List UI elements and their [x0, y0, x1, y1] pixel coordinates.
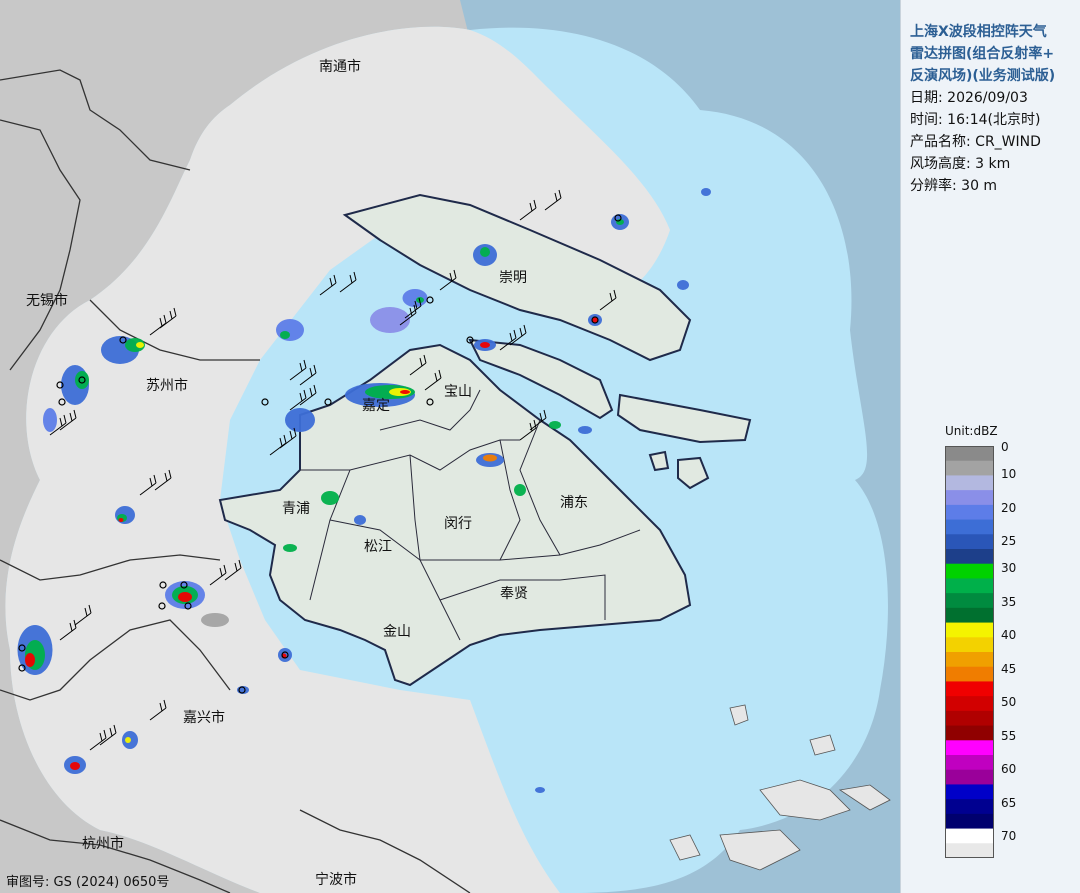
legend-swatch	[945, 490, 993, 506]
echo-cell	[276, 319, 304, 341]
legend-swatch	[945, 696, 993, 712]
echo-cell	[321, 491, 339, 505]
district-label-jinshan: 金山	[383, 624, 411, 640]
legend-swatch	[945, 681, 993, 697]
echo-cell	[370, 307, 410, 333]
product-title-line-3: 反演风场)(业务测试版)	[910, 68, 1056, 84]
legend-tick-label: 10	[1001, 467, 1017, 481]
legend-tick-label: 65	[1001, 796, 1017, 810]
legend-swatch	[945, 843, 993, 858]
echo-cell	[535, 787, 545, 793]
resolution-info: 分辨率: 30 m	[910, 178, 998, 194]
product-title-line-2: 雷达拼图(组合反射率+	[910, 46, 1055, 62]
date-info: 日期: 2026/09/03	[910, 90, 1028, 106]
echo-cell	[125, 737, 131, 743]
legend-swatch	[945, 813, 993, 830]
legend-tick-label: 45	[1001, 662, 1017, 676]
legend-tick-label: 60	[1001, 762, 1017, 776]
legend-swatch	[945, 652, 993, 668]
echo-cell	[136, 342, 144, 348]
city-label-jiaxing: 嘉兴市	[183, 710, 225, 726]
echo-cell	[25, 653, 35, 667]
legend-tick-label: 25	[1001, 534, 1017, 548]
echo-cell	[480, 247, 490, 257]
legend-swatch	[945, 607, 993, 624]
radar-mosaic-view: 南通市 无锡市 苏州市 嘉兴市 杭州市 宁波市 崇明 宝山 嘉定 青浦 闵行 浦…	[0, 0, 1080, 893]
echo-cell	[483, 454, 497, 462]
legend-swatch	[945, 740, 993, 756]
echo-cell	[701, 188, 711, 196]
echo-cell	[285, 408, 315, 432]
city-label-nantong: 南通市	[319, 59, 361, 75]
echo-cell	[578, 426, 592, 434]
city-label-ningbo: 宁波市	[315, 872, 357, 888]
district-label-pudong: 浦东	[560, 495, 588, 511]
legend-swatch	[945, 828, 993, 844]
city-label-hangzhou: 杭州市	[82, 836, 124, 852]
echo-cell	[70, 762, 80, 770]
legend-swatch	[945, 755, 993, 771]
legend-swatch	[945, 563, 993, 579]
legend-swatch	[945, 534, 993, 550]
echo-cell	[354, 515, 366, 525]
district-label-baoshan: 宝山	[444, 384, 472, 400]
district-label-minhang: 闵行	[444, 516, 472, 532]
district-label-chongming: 崇明	[499, 270, 527, 286]
echo-cell	[549, 421, 561, 429]
legend-tick-label: 55	[1001, 729, 1017, 743]
legend-tick-label: 40	[1001, 628, 1017, 642]
legend-swatch	[945, 519, 993, 535]
district-label-fengxian: 奉贤	[500, 586, 528, 602]
echo-cell	[677, 280, 689, 290]
legend-swatch	[945, 637, 993, 653]
reflectivity-color-scale	[945, 446, 994, 858]
legend-tick-label: 50	[1001, 695, 1017, 709]
legend-swatch	[945, 666, 993, 682]
echo-cell	[118, 518, 124, 522]
legend-tick-label: 35	[1001, 595, 1017, 609]
legend-swatch	[945, 549, 993, 565]
product-title-line-1: 上海X波段相控阵天气	[910, 24, 1047, 40]
legend-swatch	[945, 578, 993, 594]
legend-swatch	[945, 460, 993, 476]
legend-swatch	[945, 725, 993, 741]
echo-cell	[400, 390, 410, 394]
legend-swatch	[945, 504, 993, 521]
district-label-songjiang: 松江	[364, 539, 392, 555]
legend-swatch	[945, 593, 993, 609]
wind-height-info: 风场高度: 3 km	[910, 156, 1011, 172]
info-panel: 上海X波段相控阵天气 雷达拼图(组合反射率+ 反演风场)(业务测试版) 日期: …	[900, 0, 1080, 893]
city-label-suzhou: 苏州市	[146, 378, 188, 394]
product-name-info: 产品名称: CR_WIND	[910, 134, 1041, 150]
legend-tick-label: 20	[1001, 501, 1017, 515]
echo-cell	[201, 613, 229, 627]
echo-cell	[514, 484, 526, 496]
legend-swatch	[945, 710, 993, 727]
legend-swatch	[945, 784, 993, 800]
echo-cell	[480, 342, 490, 348]
legend-swatch	[945, 622, 993, 638]
echo-cell	[283, 544, 297, 552]
legend-unit-label: Unit:dBZ	[945, 424, 998, 438]
legend-swatch	[945, 799, 993, 815]
city-label-wuxi: 无锡市	[26, 293, 68, 309]
legend-swatch	[945, 475, 993, 491]
echo-cell	[178, 592, 192, 602]
legend-tick-label: 70	[1001, 829, 1017, 843]
radar-map[interactable]	[0, 0, 900, 893]
echo-cell	[75, 371, 89, 389]
legend-swatch	[945, 769, 993, 785]
legend-swatch	[945, 446, 993, 462]
echo-cell	[402, 289, 428, 307]
legend-tick-label: 30	[1001, 561, 1017, 575]
district-label-jiading: 嘉定	[362, 398, 390, 414]
echo-cell	[280, 331, 290, 339]
map-approval-number: 审图号: GS (2024) 0650号	[6, 875, 170, 890]
time-info: 时间: 16:14(北京时)	[910, 112, 1041, 128]
echo-cell	[43, 408, 57, 432]
legend-tick-label: 0	[1001, 440, 1009, 454]
district-label-qingpu: 青浦	[282, 501, 310, 517]
